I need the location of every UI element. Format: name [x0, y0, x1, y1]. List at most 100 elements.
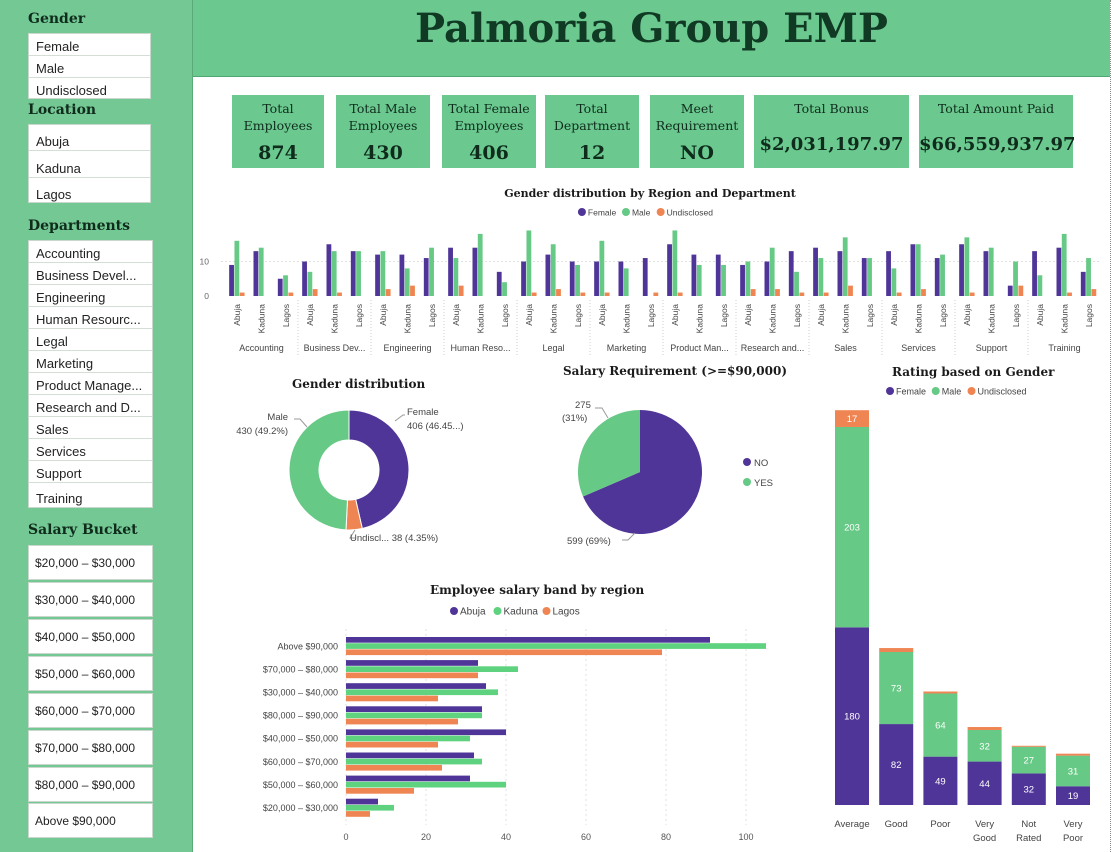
bar — [861, 258, 867, 296]
department-item[interactable]: Product Manage... — [29, 373, 152, 395]
bar — [940, 254, 945, 296]
region-label: Kaduna — [914, 304, 924, 334]
department-item[interactable]: Accounting — [29, 241, 152, 263]
department-item[interactable]: Business Devel... — [29, 263, 152, 285]
salary-item[interactable]: $20,000 – $30,000 — [28, 545, 153, 580]
data-label: 27 — [1024, 756, 1035, 767]
category-label: Good — [885, 819, 908, 830]
salary-item[interactable]: $30,000 – $40,000 — [28, 582, 153, 617]
bar — [346, 666, 518, 672]
bar — [346, 758, 482, 765]
location-item-kaduna[interactable]: Kaduna — [29, 151, 150, 178]
legend-label: Female — [588, 208, 617, 218]
legend-marker — [886, 387, 895, 395]
bar — [1086, 258, 1091, 296]
department-item[interactable]: Support — [29, 461, 152, 483]
bar — [404, 268, 410, 296]
bar — [618, 261, 624, 296]
bar — [410, 285, 415, 296]
x-tick-label: 80 — [661, 832, 671, 842]
department-item[interactable]: Services — [29, 439, 152, 461]
bar — [399, 254, 405, 296]
bar — [346, 775, 470, 782]
region-label: Kaduna — [330, 304, 340, 334]
x-tick-label: 40 — [501, 832, 511, 842]
bar — [813, 247, 818, 296]
bar — [346, 689, 498, 696]
gender-item-undisclosed[interactable]: Undisclosed — [29, 78, 150, 99]
salary-item[interactable]: $80,000 – $90,000 — [28, 767, 153, 802]
bar — [288, 292, 294, 296]
gender-item-female[interactable]: Female — [29, 34, 150, 56]
category-label: Rated — [1016, 833, 1041, 844]
departments-slicer-title: Departments — [28, 218, 130, 234]
salary-item[interactable]: $50,000 – $60,000 — [28, 656, 153, 691]
department-item[interactable]: Training — [29, 483, 152, 507]
department-item[interactable]: Marketing — [29, 351, 152, 373]
bar — [346, 695, 438, 702]
department-item[interactable]: Legal — [29, 329, 152, 351]
y-tick-label: 10 — [200, 257, 210, 267]
bar — [915, 244, 921, 296]
legend-label: Female — [896, 387, 926, 397]
category-label: Poor — [930, 819, 950, 830]
department-item[interactable]: Research and D... — [29, 395, 152, 417]
region-label: Lagos — [427, 304, 437, 327]
salary-item[interactable]: $40,000 – $50,000 — [28, 619, 153, 654]
category-label: Good — [973, 833, 996, 844]
bar — [867, 258, 872, 296]
department-item[interactable]: Sales — [29, 417, 152, 439]
gender-region-department-chart: Female Male Undisclosed 0 10 Accounting Abuja K… — [200, 208, 1101, 356]
department-label: Support — [976, 343, 1008, 353]
bar — [721, 264, 726, 296]
bar — [599, 240, 605, 296]
salary-requirement-pie: 275 (31%) 599 (69%) NO YES — [562, 400, 773, 547]
bar — [1067, 292, 1072, 296]
department-item[interactable]: Human Resourc... — [29, 307, 152, 329]
location-item-abuja[interactable]: Abuja — [29, 125, 150, 151]
bar — [526, 230, 532, 296]
legend-label: Abuja — [460, 607, 486, 618]
bar — [346, 811, 370, 817]
bar — [458, 285, 464, 296]
department-item[interactable]: Engineering — [29, 285, 152, 307]
chart-title-salary-requirement: Salary Requirement (>=$90,000) — [563, 364, 788, 378]
department-label: Engineering — [383, 343, 431, 353]
bar — [346, 735, 470, 742]
chart-title-salary-band: Employee salary band by region — [430, 583, 645, 597]
x-tick-label: 0 — [343, 832, 348, 842]
data-label: 31 — [1068, 766, 1079, 777]
kpi-total-department: Total Department 12 — [545, 95, 639, 168]
region-label: Kaduna — [476, 304, 486, 334]
salary-item[interactable]: $70,000 – $80,000 — [28, 730, 153, 765]
bar — [472, 247, 478, 296]
kpi-value: 406 — [469, 142, 509, 164]
salary-item[interactable]: Above $90,000 — [28, 803, 153, 838]
bar — [604, 292, 610, 296]
kpi-total-male: Total Male Employees 430 — [336, 95, 430, 168]
legend-label: YES — [754, 478, 773, 489]
region-label: Abuja — [816, 304, 826, 326]
region-label: Kaduna — [403, 304, 413, 334]
bar — [346, 729, 506, 736]
bar — [346, 718, 458, 725]
bar — [346, 683, 486, 689]
bar — [550, 244, 556, 296]
region-label: Lagos — [865, 304, 875, 327]
region-label: Abuja — [889, 304, 899, 326]
bar — [346, 741, 438, 748]
bar — [448, 247, 453, 296]
location-slicer-title: Location — [28, 102, 97, 118]
region-label: Kaduna — [768, 304, 778, 334]
salary-item[interactable]: $60,000 – $70,000 — [28, 693, 153, 728]
bar — [234, 240, 240, 296]
x-tick-label: 60 — [581, 832, 591, 842]
slice-label: 599 (69%) — [567, 536, 611, 547]
y-tick-label: 0 — [204, 291, 209, 301]
category-label: $40,000 – $50,000 — [263, 734, 338, 744]
department-label: Legal — [542, 343, 564, 353]
gender-item-male[interactable]: Male — [29, 56, 150, 78]
region-label: Abuja — [670, 304, 680, 326]
bar — [896, 292, 902, 296]
bar — [769, 247, 775, 296]
